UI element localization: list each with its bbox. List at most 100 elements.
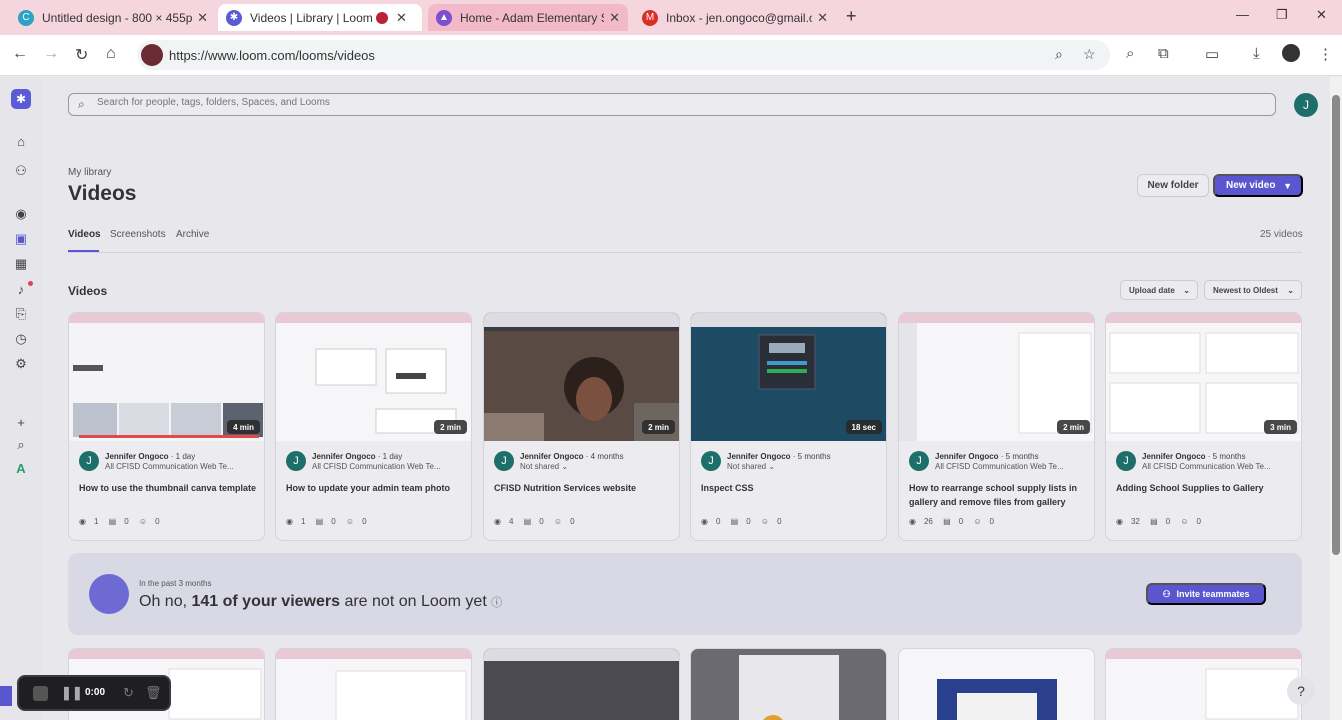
video-thumbnail[interactable]: 4 min (69, 313, 264, 441)
sharing-status[interactable]: Not shared ⌄ (520, 462, 678, 471)
loom-logo-icon[interactable]: ✱ (11, 89, 31, 109)
thumbnail-image (937, 679, 1057, 720)
profile-icon[interactable] (1282, 44, 1300, 62)
video-card[interactable]: 2 min J Jennifer Ongoco · 5 months All C… (898, 312, 1095, 541)
sharing-status[interactable]: Not shared ⌄ (727, 462, 885, 471)
new-video-button[interactable]: New video ▼ (1213, 174, 1303, 197)
library-icon[interactable]: ▣ (11, 229, 31, 249)
tab-videos[interactable]: Videos (68, 229, 101, 240)
new-folder-button[interactable]: New folder (1137, 174, 1209, 197)
sort-order-dropdown[interactable]: Newest to Oldest ⌄ (1204, 280, 1302, 300)
invite-teammates-button[interactable]: ⚇ Invite teammates (1146, 583, 1266, 605)
tab-adam-elementary[interactable]: ▲ Home - Adam Elementary Scho ✕ (428, 4, 628, 31)
restart-icon[interactable]: ↻ (123, 685, 134, 701)
video-thumbnail[interactable]: 2 min (276, 313, 471, 441)
tab-gmail[interactable]: M Inbox - jen.ongoco@gmail.com ✕ (634, 4, 836, 31)
video-title[interactable]: Inspect CSS (701, 481, 881, 495)
home-icon[interactable]: ⌂ (106, 45, 116, 63)
tab-loom[interactable]: ✱ Videos | Library | Loom ✕ (218, 4, 422, 31)
back-icon[interactable]: ← (12, 45, 28, 63)
site-info-icon[interactable] (141, 44, 163, 66)
tab-screenshots[interactable]: Screenshots (110, 229, 166, 240)
video-title[interactable]: Adding School Supplies to Gallery (1116, 481, 1296, 495)
reload-icon[interactable]: ↻ (75, 45, 88, 65)
scrollbar-thumb[interactable] (1332, 95, 1340, 555)
profile-nav-icon[interactable]: ◉ (11, 204, 31, 224)
video-title[interactable]: How to update your admin team photo (286, 481, 466, 495)
sharing-status[interactable]: All CFISD Communication Web Te... (935, 462, 1093, 471)
close-icon[interactable]: ✕ (197, 10, 208, 26)
views-icon: ◉ (1116, 517, 1123, 526)
tab-canva[interactable]: C Untitled design - 800 × 455px ✕ (10, 4, 216, 31)
close-icon[interactable]: ✕ (396, 10, 407, 26)
reaction-count: 0 (777, 517, 782, 526)
video-card[interactable] (275, 648, 472, 720)
help-button[interactable]: ? (1287, 677, 1315, 705)
menu-icon[interactable]: ⋮ (1318, 45, 1333, 63)
space-a-icon[interactable]: A (11, 458, 31, 478)
tab-archive[interactable]: Archive (176, 229, 209, 240)
video-card[interactable]: 18 sec J Jennifer Ongoco · 5 months Not … (690, 312, 887, 541)
settings-gear-icon[interactable]: ⚙ (11, 354, 31, 374)
video-card[interactable]: 2 min J Jennifer Ongoco · 1 day All CFIS… (275, 312, 472, 541)
search-bar[interactable]: ⌕ (68, 93, 1276, 116)
video-card[interactable] (1105, 648, 1302, 720)
add-member-icon[interactable]: ⚇ (11, 161, 31, 181)
close-icon[interactable]: ✕ (817, 10, 828, 26)
sort-field-dropdown[interactable]: Upload date ⌄ (1120, 280, 1198, 300)
search-icon: ⌕ (78, 97, 85, 111)
window-close-icon[interactable]: ✕ (1316, 7, 1327, 23)
recorder-side-tab[interactable] (0, 686, 12, 706)
video-card[interactable]: 2 min J Jennifer Ongoco · 4 months Not s… (483, 312, 680, 541)
video-card[interactable] (690, 648, 887, 720)
sharing-status[interactable]: All CFISD Communication Web Te... (1142, 462, 1300, 471)
bookmark-star-icon[interactable]: ☆ (1083, 46, 1096, 63)
maximize-icon[interactable]: ❐ (1276, 7, 1288, 23)
video-card[interactable]: 3 min J Jennifer Ongoco · 5 months All C… (1105, 312, 1302, 541)
calendar-icon[interactable]: ▦ (11, 254, 31, 274)
video-thumbnail[interactable]: 18 sec (691, 313, 886, 441)
video-thumbnail[interactable]: 3 min (1106, 313, 1301, 441)
comments-icon: ▤ (523, 517, 532, 526)
address-bar[interactable]: https://www.loom.com/looms/videos ⌕ ☆ (137, 40, 1110, 70)
history-icon[interactable]: ◷ (11, 329, 31, 349)
extensions-icon[interactable]: ⧉ (1158, 45, 1169, 62)
sharing-status[interactable]: All CFISD Communication Web Te... (312, 462, 470, 471)
info-icon[interactable]: ⓘ (491, 597, 502, 609)
download-icon[interactable]: ⤓ (1253, 45, 1260, 62)
reactions-icon: ☺ (760, 517, 770, 526)
video-thumbnail[interactable]: 2 min (899, 313, 1094, 441)
video-stats: ◉ 1 ▤ 0 ☺ 0 (286, 517, 375, 526)
trash-icon[interactable]: 🗑 (145, 685, 162, 701)
video-card[interactable] (483, 648, 680, 720)
user-avatar[interactable]: J (1294, 93, 1318, 117)
video-thumbnail[interactable]: 2 min (484, 313, 679, 441)
comments-icon: ▤ (1150, 517, 1158, 526)
stop-button[interactable] (33, 686, 48, 701)
pause-icon[interactable]: ❚❚ (61, 685, 83, 701)
breadcrumb[interactable]: My library (68, 167, 111, 178)
reaction-count: 0 (155, 517, 160, 526)
video-card[interactable]: 4 min J Jennifer Ongoco · 1 day All CFIS… (68, 312, 265, 541)
zoom-icon[interactable]: ⌕ (1055, 46, 1063, 63)
video-title[interactable]: CFISD Nutrition Services website (494, 481, 674, 495)
forward-icon[interactable]: → (43, 45, 59, 63)
search-spaces-icon[interactable]: ⌕ (11, 435, 31, 455)
sharing-status[interactable]: All CFISD Communication Web Te... (105, 462, 263, 471)
new-tab-button[interactable]: + (846, 6, 857, 27)
media-control-icon[interactable]: ▭ (1205, 45, 1219, 63)
duration-badge: 18 sec (845, 420, 882, 434)
video-title[interactable]: How to use the thumbnail canva template (79, 481, 259, 495)
url-text[interactable]: https://www.loom.com/looms/videos (169, 48, 375, 63)
minimize-icon[interactable]: — (1236, 7, 1249, 22)
search-input[interactable] (97, 97, 997, 108)
invite-banner: In the past 3 months Oh no, 141 of your … (68, 553, 1302, 635)
video-card[interactable] (898, 648, 1095, 720)
workspace-icon[interactable]: ⌂ (11, 131, 31, 151)
video-title[interactable]: How to rearrange school supply lists in … (909, 481, 1089, 509)
view-count: 26 (923, 517, 933, 526)
lens-icon[interactable]: ⌕ (1126, 45, 1134, 62)
add-space-icon[interactable]: + (11, 412, 31, 432)
bookmark-icon[interactable]: ⎘ (11, 304, 31, 324)
close-icon[interactable]: ✕ (609, 10, 620, 26)
